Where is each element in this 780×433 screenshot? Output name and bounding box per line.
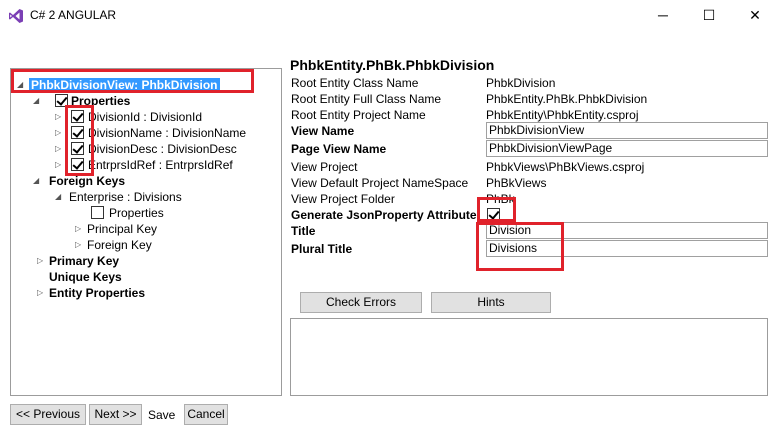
minimize-icon: ─ xyxy=(658,7,668,23)
view-folder-label: View Project Folder xyxy=(291,192,395,206)
tree-item-label: DivisionName : DivisionName xyxy=(88,126,247,140)
entity-header: PhbkEntity.PhBk.PhbkDivision xyxy=(290,57,495,73)
page-view-name-input[interactable]: PhbkDivisionViewPage xyxy=(486,140,768,157)
highlight-title-box xyxy=(476,222,564,271)
expanded-arrow-icon[interactable]: ◢ xyxy=(33,93,43,109)
collapsed-arrow-icon[interactable]: ▷ xyxy=(37,285,47,301)
expanded-arrow-icon[interactable]: ◢ xyxy=(55,189,65,205)
tree-principal-key-row[interactable]: ▷ Principal Key xyxy=(75,221,157,237)
tree-unique-keys-row[interactable]: Unique Keys xyxy=(49,269,122,285)
root-full-class-name-label: Root Entity Full Class Name xyxy=(291,92,442,106)
root-project-name-value: PhbkEntity\PhbkEntity.csproj xyxy=(486,108,639,122)
tree-foreign-key-row[interactable]: ▷ Foreign Key xyxy=(75,237,152,253)
plural-title-label: Plural Title xyxy=(291,242,353,256)
foreign-keys-label: Foreign Keys xyxy=(49,174,126,188)
collapsed-arrow-icon[interactable]: ▷ xyxy=(55,157,65,173)
tree-item-label: EntrprsIdRef : EntrprsIdRef xyxy=(88,158,233,172)
view-project-value: PhbkViews\PhBkViews.csproj xyxy=(486,160,645,174)
bottom-bar: << Previous Next >> Save Cancel xyxy=(0,402,780,433)
title-bar: C# 2 ANGULAR ─ ☐ ✕ xyxy=(0,0,780,30)
close-button[interactable]: ✕ xyxy=(732,0,778,30)
visual-studio-icon xyxy=(9,9,23,23)
maximize-button[interactable]: ☐ xyxy=(686,0,732,30)
tree-fk-properties-row[interactable]: Properties xyxy=(91,205,164,221)
view-name-label: View Name xyxy=(291,124,355,138)
highlight-json-box xyxy=(477,197,516,222)
highlight-root-box xyxy=(11,69,254,93)
view-name-input[interactable]: PhbkDivisionView xyxy=(486,122,768,139)
window-title: C# 2 ANGULAR xyxy=(30,8,117,22)
page-view-name-label: Page View Name xyxy=(291,142,387,156)
gen-json-label: Generate JsonProperty Attribute xyxy=(291,208,477,222)
fk-properties-label: Properties xyxy=(109,206,164,220)
tree-primary-key-row[interactable]: ▷ Primary Key xyxy=(37,253,119,269)
root-project-name-label: Root Entity Project Name xyxy=(291,108,426,122)
output-textarea[interactable] xyxy=(290,318,768,396)
entity-properties-label: Entity Properties xyxy=(49,286,146,300)
foreign-key-label: Foreign Key xyxy=(87,238,152,252)
expanded-arrow-icon[interactable]: ◢ xyxy=(33,173,43,189)
previous-button[interactable]: << Previous xyxy=(10,404,86,425)
highlight-checkboxes-box xyxy=(65,105,94,176)
collapsed-arrow-icon[interactable]: ▷ xyxy=(55,141,65,157)
root-class-name-label: Root Entity Class Name xyxy=(291,76,419,90)
tree-item-label: DivisionDesc : DivisionDesc xyxy=(88,142,237,156)
entity-tree[interactable]: ◢ PhbkDivisionView: PhbkDivision ◢ Prope… xyxy=(10,68,282,396)
save-button[interactable]: Save xyxy=(148,408,175,422)
minimize-button[interactable]: ─ xyxy=(640,0,686,30)
collapsed-arrow-icon[interactable]: ▷ xyxy=(75,221,85,237)
collapsed-arrow-icon[interactable]: ▷ xyxy=(75,237,85,253)
view-project-label: View Project xyxy=(291,160,358,174)
collapsed-arrow-icon[interactable]: ▷ xyxy=(55,125,65,141)
close-icon: ✕ xyxy=(749,6,761,23)
tree-enterprise-row[interactable]: ◢ Enterprise : Divisions xyxy=(55,189,182,205)
root-class-name-value: PhbkDivision xyxy=(486,76,556,90)
check-errors-button[interactable]: Check Errors xyxy=(300,292,422,313)
principal-key-label: Principal Key xyxy=(87,222,158,236)
cancel-button[interactable]: Cancel xyxy=(184,404,228,425)
maximize-icon: ☐ xyxy=(702,6,716,23)
next-button[interactable]: Next >> xyxy=(89,404,142,425)
title-label: Title xyxy=(291,224,316,238)
collapsed-arrow-icon[interactable]: ▷ xyxy=(55,109,65,125)
view-namespace-value: PhBkViews xyxy=(486,176,547,190)
root-full-class-name-value: PhbkEntity.PhBk.PhbkDivision xyxy=(486,92,648,106)
tree-entity-properties-row[interactable]: ▷ Entity Properties xyxy=(37,285,145,301)
hints-button[interactable]: Hints xyxy=(431,292,551,313)
primary-key-label: Primary Key xyxy=(49,254,120,268)
collapsed-arrow-icon[interactable]: ▷ xyxy=(37,253,47,269)
enterprise-label: Enterprise : Divisions xyxy=(69,190,182,204)
tree-item-label: DivisionId : DivisionId xyxy=(88,110,203,124)
view-namespace-label: View Default Project NameSpace xyxy=(291,176,469,190)
fk-properties-checkbox[interactable] xyxy=(91,206,104,219)
unique-keys-label: Unique Keys xyxy=(49,270,122,284)
